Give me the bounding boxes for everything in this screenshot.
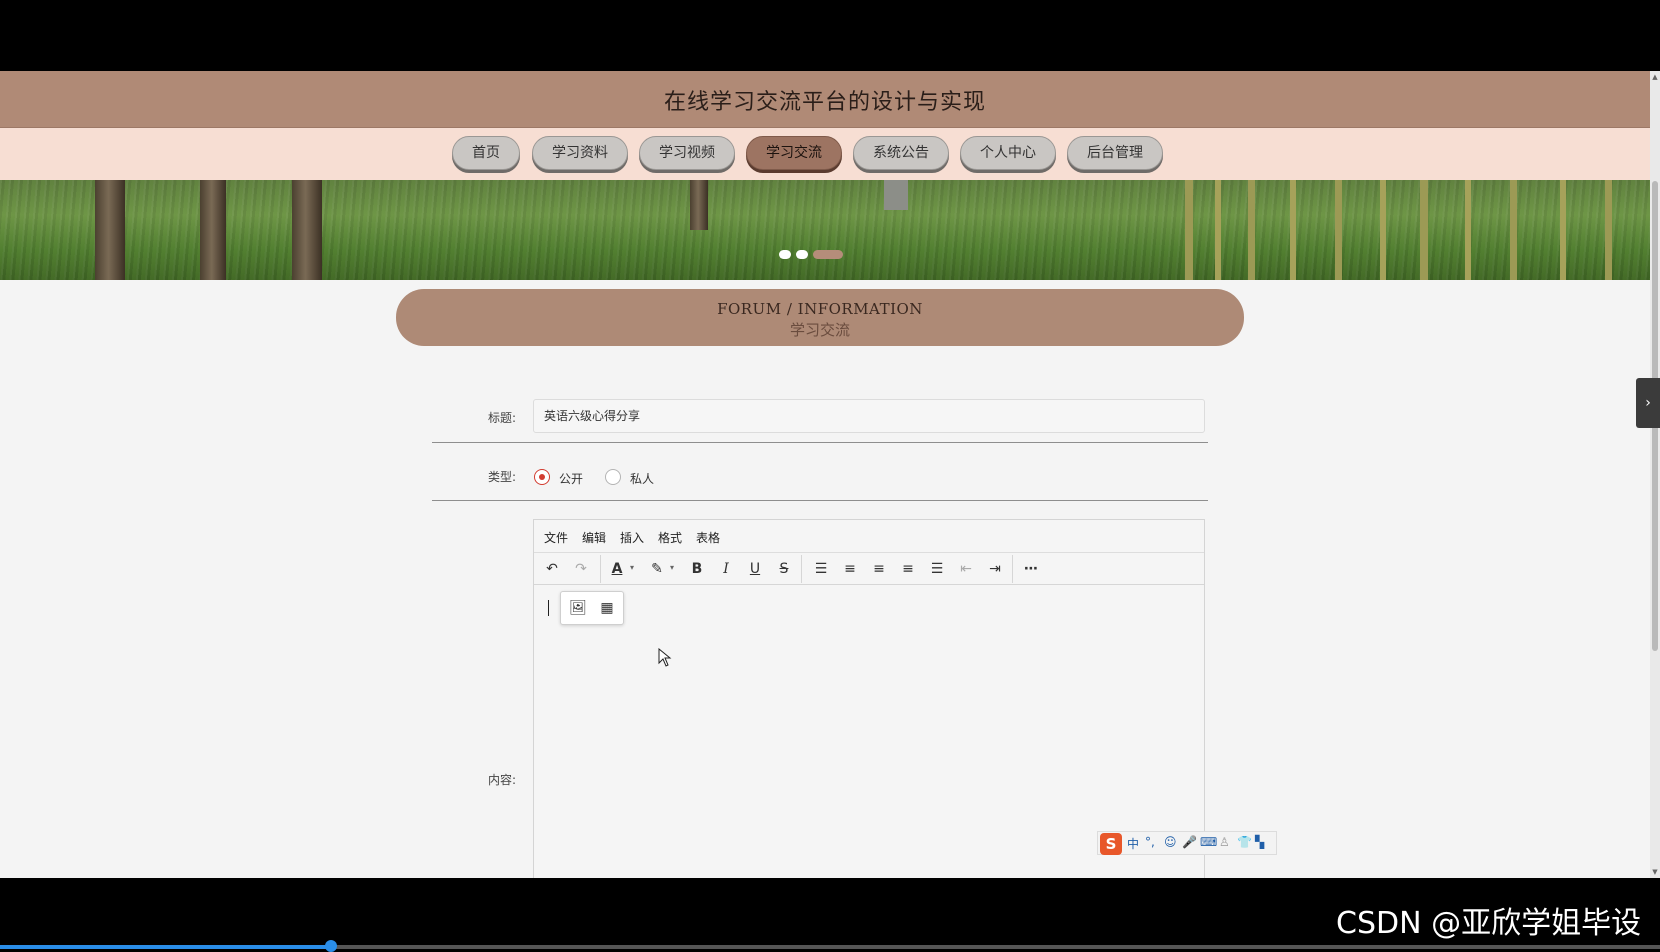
microphone-icon[interactable]: 🎤 [1182, 835, 1197, 849]
menu-edit[interactable]: 编辑 [582, 529, 606, 546]
nav-item-home[interactable]: 首页 [452, 136, 520, 170]
video-progress-track[interactable] [330, 945, 1660, 949]
divider [432, 442, 1208, 443]
mouse-pointer-icon [658, 648, 672, 667]
toolbar-separator [1012, 555, 1013, 583]
menu-insert[interactable]: 插入 [620, 529, 644, 546]
type-label: 类型: [487, 470, 516, 484]
user-icon[interactable]: ♙ [1219, 835, 1230, 849]
type-public-radio[interactable] [534, 469, 550, 485]
side-panel-toggle[interactable]: › [1636, 378, 1660, 428]
nav-item-announcements[interactable]: 系统公告 [853, 136, 949, 170]
menu-format[interactable]: 格式 [658, 529, 682, 546]
banner-bamboo [1560, 180, 1566, 280]
section-title-en: FORUM / INFORMATION [717, 300, 923, 318]
site-title: 在线学习交流平台的设计与实现 [663, 90, 986, 115]
banner-bamboo [1290, 180, 1296, 280]
banner-grass-texture [0, 180, 1650, 280]
browser-viewport: 在线学习交流平台的设计与实现 首页 学习资料 学习视频 学习交流 系统公告 个人… [0, 71, 1650, 878]
menu-table[interactable]: 表格 [696, 529, 720, 546]
editor-menubar: 文件 编辑 插入 格式 表格 [534, 520, 1204, 553]
banner-post [884, 180, 908, 210]
bold-icon[interactable]: B [686, 558, 708, 580]
keyboard-icon[interactable]: ⌨ [1200, 835, 1217, 849]
rich-text-editor: 文件 编辑 插入 格式 表格 ↶ ↷ A ▾ ✎ ▾ B I U S ☰ ≡ ≡… [533, 519, 1205, 878]
watermark: CSDN @亚欣学姐毕设 [1336, 906, 1642, 941]
more-icon[interactable]: ⋯ [1020, 558, 1042, 580]
skin-icon[interactable]: 👕 [1237, 835, 1252, 849]
banner-bamboo [1420, 180, 1428, 280]
nav-item-personal-center[interactable]: 个人中心 [960, 136, 1056, 170]
main-nav: 首页 学习资料 学习视频 学习交流 系统公告 个人中心 后台管理 [0, 128, 1650, 180]
scroll-up-arrow-icon[interactable]: ▲ [1651, 73, 1659, 81]
undo-icon[interactable]: ↶ [541, 558, 563, 580]
nav-item-admin[interactable]: 后台管理 [1067, 136, 1163, 170]
menu-file[interactable]: 文件 [544, 529, 568, 546]
text-caret [548, 600, 549, 616]
type-public-label[interactable]: 公开 [559, 470, 583, 487]
redo-icon[interactable]: ↷ [570, 558, 592, 580]
carousel-dot[interactable] [796, 250, 808, 259]
title-input[interactable]: 英语六级心得分享 [533, 399, 1205, 433]
indent-icon[interactable]: ⇥ [984, 558, 1006, 580]
toolbox-icon[interactable]: ▚ [1255, 835, 1264, 849]
ime-mode-toggle[interactable]: 中 [1127, 835, 1139, 852]
line-height-icon[interactable]: ☰ [810, 558, 832, 580]
section-title-cn: 学习交流 [789, 321, 850, 339]
font-color-icon[interactable]: A [606, 558, 628, 580]
align-right-icon[interactable]: ≡ [897, 558, 919, 580]
scroll-down-arrow-icon[interactable]: ▼ [1651, 868, 1659, 876]
align-center-icon[interactable]: ≡ [868, 558, 890, 580]
italic-icon[interactable]: I [715, 558, 737, 580]
video-letterbox-top [0, 0, 1660, 71]
banner-bamboo [1248, 180, 1255, 280]
nav-item-videos[interactable]: 学习视频 [639, 136, 735, 170]
highlight-icon[interactable]: ✎ [646, 558, 668, 580]
chevron-down-icon[interactable]: ▾ [670, 563, 674, 572]
toolbar-separator [801, 555, 802, 583]
banner-bamboo [1215, 180, 1221, 280]
carousel-dot-active[interactable] [813, 250, 843, 259]
page-scrollbar[interactable]: ▲ ▼ [1650, 71, 1660, 878]
outdent-icon[interactable]: ⇤ [955, 558, 977, 580]
video-progress-fill[interactable] [0, 945, 330, 949]
nav-item-materials[interactable]: 学习资料 [532, 136, 628, 170]
banner-tree-trunk [95, 180, 125, 280]
editor-toolbar: ↶ ↷ A ▾ ✎ ▾ B I U S ☰ ≡ ≡ ≡ ☰ ⇤ ⇥ ⋯ [534, 553, 1204, 585]
banner-carousel [0, 180, 1650, 280]
ime-toolbar: S 中 °, ☺ 🎤 ⌨ ♙ 👕 ▚ [1097, 831, 1277, 855]
banner-bamboo [1185, 180, 1193, 280]
divider [432, 500, 1208, 501]
nav-item-forum[interactable]: 学习交流 [746, 136, 842, 170]
banner-bamboo [1510, 180, 1517, 280]
banner-tree-trunk [292, 180, 322, 280]
sogou-ime-logo[interactable]: S [1100, 833, 1122, 855]
underline-icon[interactable]: U [744, 558, 766, 580]
type-private-radio[interactable] [605, 469, 621, 485]
banner-bamboo [1465, 180, 1471, 280]
site-header: 在线学习交流平台的设计与实现 [0, 71, 1650, 128]
banner-bamboo [1605, 180, 1612, 280]
content-label: 内容: [487, 773, 516, 787]
type-private-label[interactable]: 私人 [630, 470, 654, 487]
image-icon[interactable]: 🖼 [567, 597, 589, 619]
table-icon[interactable]: ▦ [596, 597, 618, 619]
align-left-icon[interactable]: ≡ [839, 558, 861, 580]
align-justify-icon[interactable]: ☰ [926, 558, 948, 580]
carousel-dot[interactable] [779, 250, 791, 259]
banner-tree-trunk [200, 180, 226, 280]
toolbar-separator [600, 555, 601, 583]
banner-tree-trunk [690, 180, 708, 230]
emoji-icon[interactable]: ☺ [1164, 835, 1177, 849]
strikethrough-icon[interactable]: S [773, 558, 795, 580]
section-heading: FORUM / INFORMATION 学习交流 [396, 289, 1244, 346]
title-label: 标题: [487, 411, 516, 425]
chevron-down-icon[interactable]: ▾ [630, 563, 634, 572]
punctuation-icon[interactable]: °, [1145, 835, 1155, 849]
chevron-right-icon: › [1645, 395, 1651, 411]
quick-insert-toolbar: 🖼 ▦ [560, 591, 624, 625]
video-progress-knob[interactable] [325, 940, 337, 952]
banner-bamboo [1335, 180, 1342, 280]
banner-bamboo [1380, 180, 1386, 280]
